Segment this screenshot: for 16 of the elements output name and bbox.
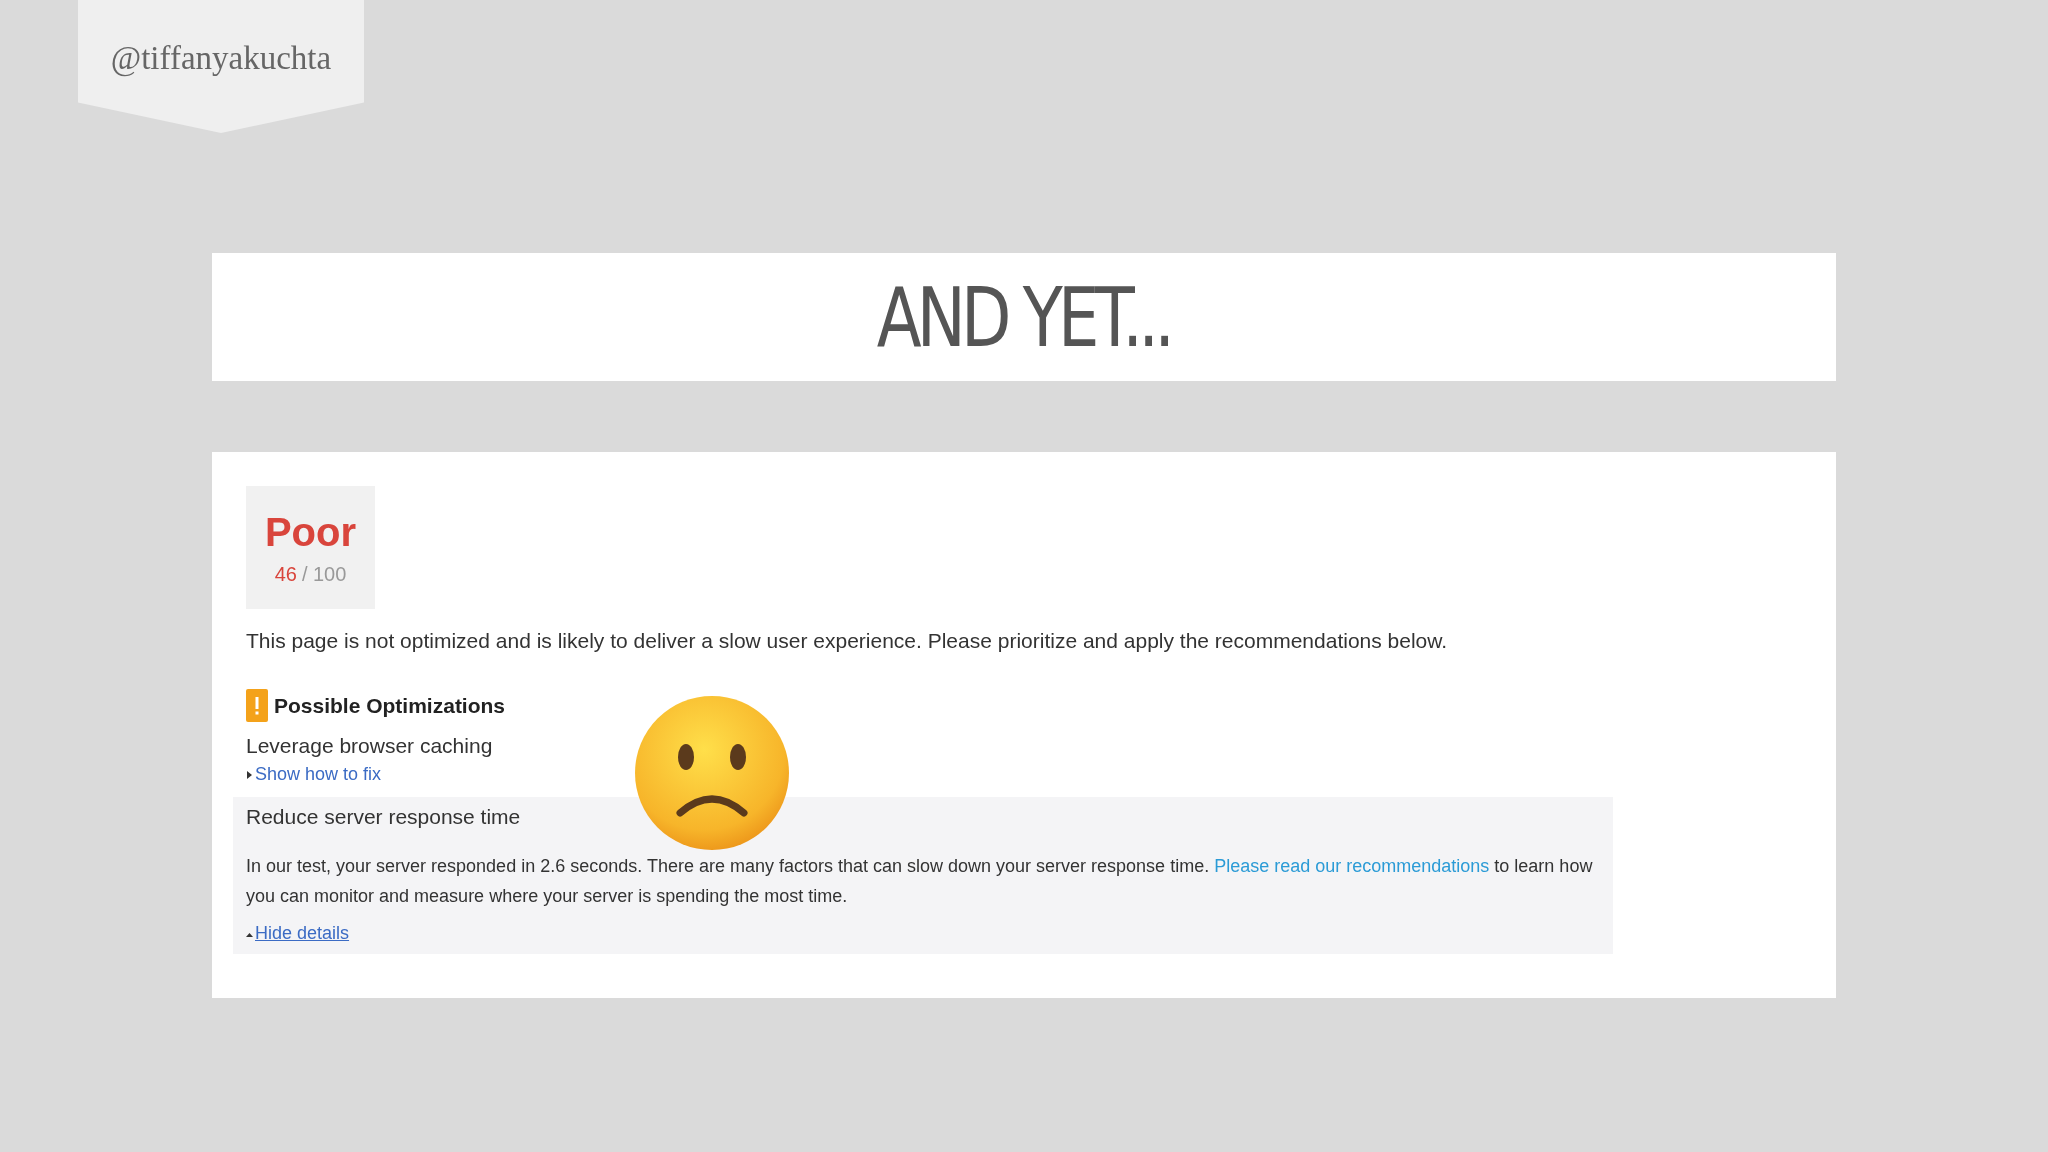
warning-icon bbox=[246, 689, 268, 722]
author-handle: @tiffanyakuchta bbox=[110, 40, 332, 79]
caret-icon bbox=[246, 770, 253, 779]
toggle-link[interactable]: Show how to fix bbox=[246, 764, 382, 785]
slide-title: AND YET... bbox=[877, 269, 1171, 365]
summary-text: This page is not optimized and is likely to deliver a slow user experience. Please prioritize and apply the recommendations below. bbox=[246, 629, 1448, 653]
section-title: Possible Optimizations bbox=[274, 693, 506, 718]
score-max: / 100 bbox=[301, 562, 347, 586]
rule-title: Leverage browser caching bbox=[246, 734, 493, 758]
score-value: 46 bbox=[274, 562, 297, 586]
rule-details: In our test, your server responded in 2.6 seconds. There are many factors that can slow down your server response time. Please read our recommendations to learn how you can monitor and measure where your server is spending the most time. bbox=[246, 855, 1594, 908]
verdict-label: Poor bbox=[264, 509, 357, 555]
recommendations-link[interactable]: Please read our recommendations bbox=[1214, 856, 1490, 876]
toggle-link[interactable]: Hide details bbox=[246, 923, 350, 944]
sad-face-icon bbox=[634, 695, 790, 851]
rule-title: Reduce server response time bbox=[246, 805, 521, 829]
